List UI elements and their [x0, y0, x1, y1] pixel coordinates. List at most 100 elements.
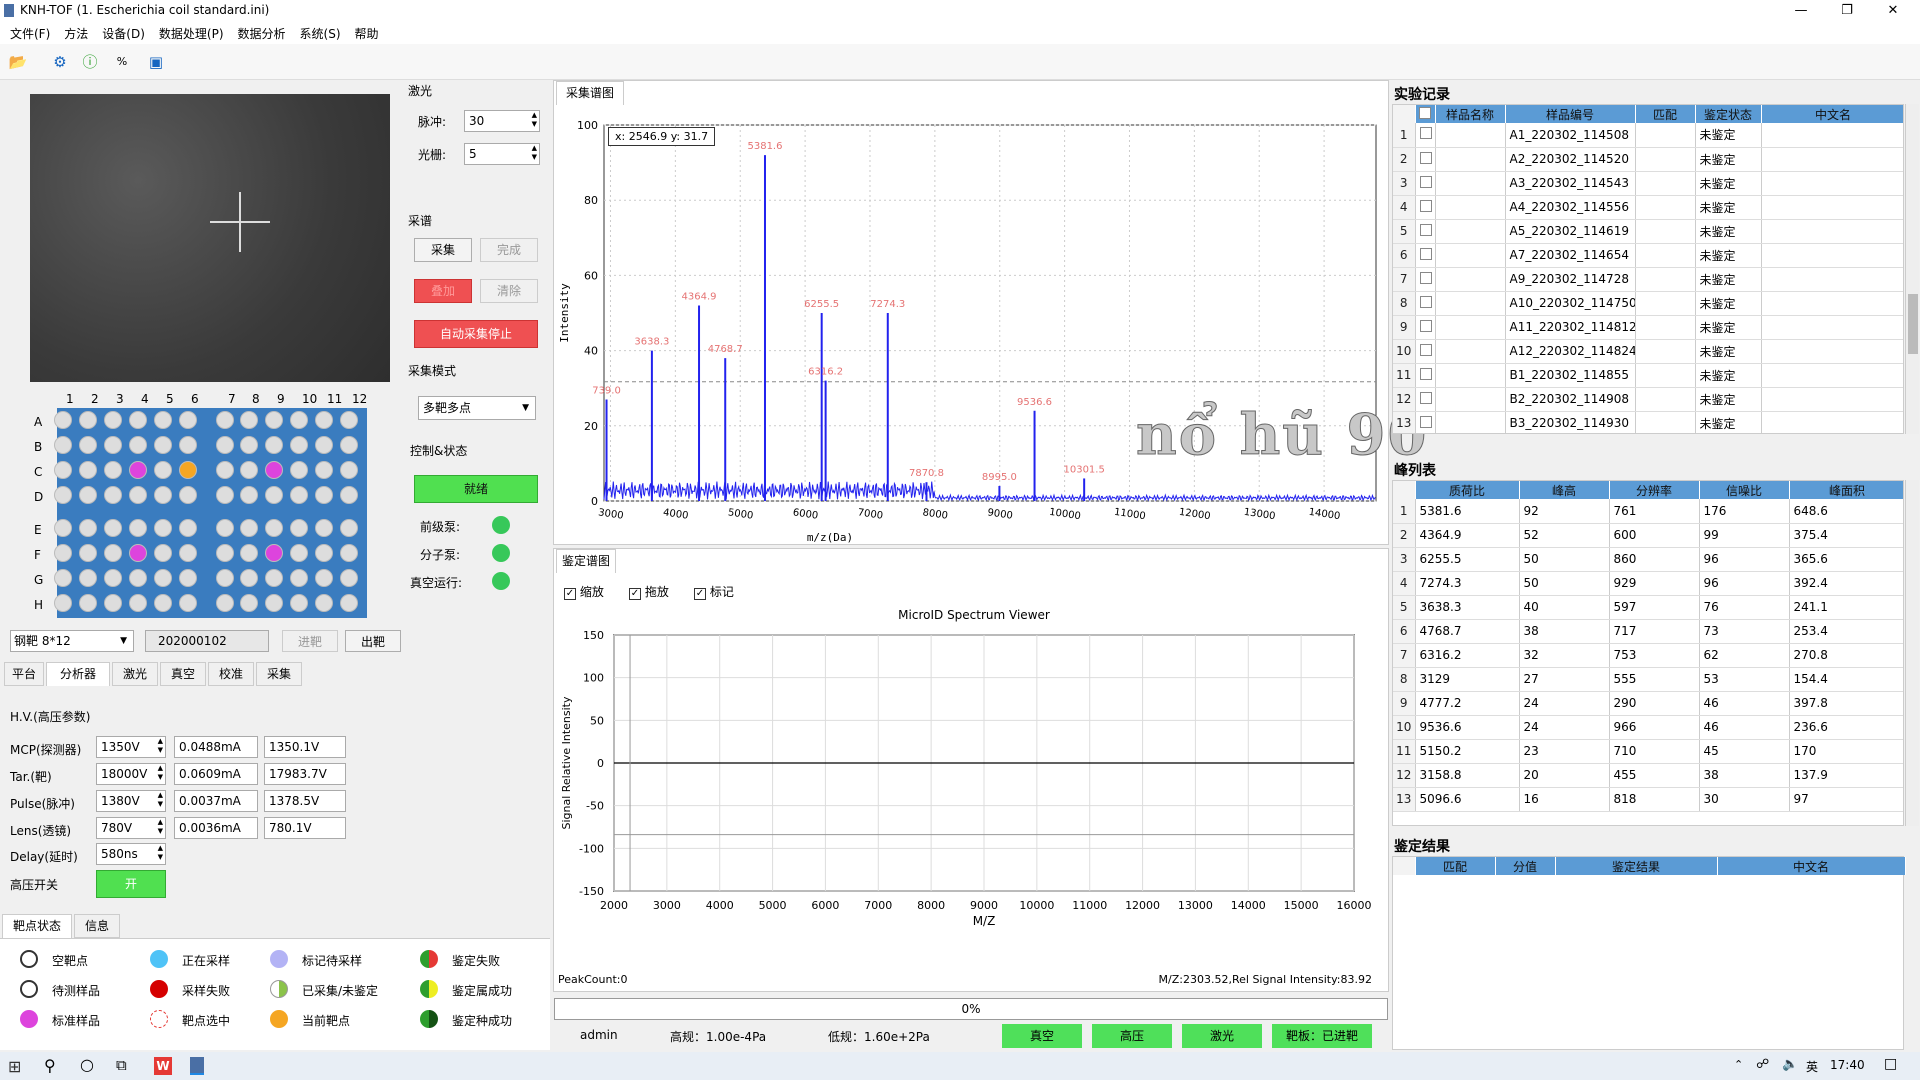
plate-well[interactable] [79, 569, 97, 587]
plate-well[interactable] [179, 544, 197, 562]
tray-chevron-icon[interactable]: ⌃ [1734, 1058, 1743, 1071]
col-result-chinese-name[interactable]: 中文名 [1717, 857, 1906, 875]
plate-well[interactable] [240, 486, 258, 504]
col-score[interactable]: 分值 [1495, 857, 1556, 875]
plate-well[interactable] [79, 411, 97, 429]
table-row[interactable]: 8 A10_220302_114750 未鉴定 [1393, 291, 1903, 316]
auto-acquire-stop-button[interactable]: 自动采集停止 [414, 320, 538, 348]
tab-target-status[interactable]: 靶点状态 [2, 914, 72, 938]
hv-on-button[interactable]: 开 [96, 870, 166, 898]
plate-well[interactable] [179, 519, 197, 537]
plate-well[interactable] [179, 569, 197, 587]
plate-well[interactable] [340, 461, 358, 479]
clear-button[interactable]: 清除 [480, 279, 538, 303]
plate-well[interactable] [216, 461, 234, 479]
plate-well[interactable] [290, 519, 308, 537]
plate-well[interactable] [154, 569, 172, 587]
menu-device[interactable]: 设备(D) [95, 22, 152, 45]
overlay-button[interactable]: 叠加 [414, 279, 472, 303]
plate-well[interactable] [154, 411, 172, 429]
col-height[interactable]: 峰高 [1519, 481, 1610, 499]
finish-button[interactable]: 完成 [480, 238, 538, 262]
col-result-match[interactable]: 匹配 [1415, 857, 1496, 875]
plate-well[interactable] [129, 486, 147, 504]
plate-well[interactable] [240, 519, 258, 537]
plate-well[interactable] [265, 461, 283, 479]
drag-checkbox[interactable]: ✓ 拖放 [629, 583, 669, 600]
scroll-thumb[interactable] [1908, 294, 1918, 354]
row-checkbox[interactable] [1415, 315, 1436, 340]
hv-set-spinbox[interactable]: 1350V ▲ ▼ [96, 736, 166, 758]
plate-well[interactable] [240, 436, 258, 454]
col-resolution[interactable]: 分辨率 [1609, 481, 1700, 499]
hv-set-spinbox[interactable]: 1380V ▲ ▼ [96, 790, 166, 812]
plate-well[interactable] [79, 519, 97, 537]
hv-set-spinbox[interactable]: 780V ▲ ▼ [96, 817, 166, 839]
plate-well[interactable] [54, 544, 72, 562]
clock[interactable]: 17:40 [1830, 1058, 1865, 1072]
col-ident-status[interactable]: 鉴定状态 [1695, 105, 1762, 123]
plate-well[interactable] [216, 436, 234, 454]
menu-system[interactable]: 系统(S) [293, 22, 348, 45]
row-checkbox[interactable] [1415, 363, 1436, 388]
plate-well[interactable] [290, 544, 308, 562]
row-checkbox[interactable] [1415, 123, 1436, 148]
plate-well[interactable] [315, 544, 333, 562]
grating-spinbox[interactable]: 5 ▲ ▼ [464, 143, 540, 165]
plate-well[interactable] [315, 569, 333, 587]
plate-well[interactable] [340, 411, 358, 429]
plate-well[interactable] [129, 544, 147, 562]
plate-well[interactable] [154, 594, 172, 612]
plate-well[interactable] [129, 436, 147, 454]
plate-well[interactable] [265, 594, 283, 612]
table-row[interactable]: 11 5150.2 23 710 45 170 [1393, 739, 1903, 764]
plate-well[interactable] [216, 594, 234, 612]
plate-well[interactable] [104, 411, 122, 429]
plate-well[interactable] [54, 486, 72, 504]
tab-calibrate[interactable]: 校准 [208, 662, 254, 686]
table-row[interactable]: 4 7274.3 50 929 96 392.4 [1393, 571, 1903, 596]
spin-arrows-icon[interactable]: ▲ ▼ [532, 111, 537, 129]
row-checkbox[interactable] [1415, 339, 1436, 364]
spin-arrows-icon[interactable]: ▲ ▼ [158, 818, 163, 836]
wps-app-icon[interactable]: W [154, 1057, 172, 1075]
select-all-checkbox[interactable] [1415, 105, 1436, 123]
table-row[interactable]: 2 4364.9 52 600 99 375.4 [1393, 523, 1903, 548]
plate-well[interactable] [54, 594, 72, 612]
plate-well[interactable] [179, 411, 197, 429]
table-row[interactable]: 3 6255.5 50 860 96 365.6 [1393, 547, 1903, 572]
table-row[interactable]: 1 5381.6 92 761 176 648.6 [1393, 499, 1903, 524]
plate-well[interactable] [104, 436, 122, 454]
plate-well[interactable] [104, 519, 122, 537]
plate-well[interactable] [216, 544, 234, 562]
tab-acq-spectrum[interactable]: 采集谱图 [556, 81, 624, 105]
volume-icon[interactable]: 🔈 [1782, 1057, 1798, 1072]
hv-set-spinbox[interactable]: 18000V ▲ ▼ [96, 763, 166, 785]
task-view-icon[interactable]: ⧉ [116, 1056, 127, 1074]
tab-laser[interactable]: 激光 [112, 662, 158, 686]
plate-well[interactable] [315, 519, 333, 537]
table-row[interactable]: 9 4777.2 24 290 46 397.8 [1393, 691, 1903, 716]
plate-well[interactable] [240, 461, 258, 479]
plate-well[interactable] [315, 411, 333, 429]
col-sample-id[interactable]: 样品编号 [1505, 105, 1636, 123]
row-checkbox[interactable] [1415, 411, 1436, 433]
minimize-icon[interactable]: — [1778, 0, 1824, 22]
plate-well[interactable] [129, 569, 147, 587]
table-row[interactable]: 10 9536.6 24 966 46 236.6 [1393, 715, 1903, 740]
restore-icon[interactable]: ❐ [1824, 0, 1870, 22]
help-icon[interactable]: ⓘ [80, 52, 100, 72]
ident-spectrum-chart[interactable]: MicroID Spectrum Viewer 150 100 50 0 -50 -100 -… [554, 609, 1390, 959]
menu-file[interactable]: 文件(F) [0, 22, 57, 45]
delay-spinbox[interactable]: 580ns ▲ ▼ [96, 843, 166, 865]
plate-well[interactable] [104, 486, 122, 504]
col-match[interactable]: 匹配 [1635, 105, 1696, 123]
spin-arrows-icon[interactable]: ▲ ▼ [158, 791, 163, 809]
plate-well[interactable] [179, 486, 197, 504]
plate-well[interactable] [240, 594, 258, 612]
ready-button[interactable]: 就绪 [414, 475, 538, 503]
row-checkbox[interactable] [1415, 171, 1436, 196]
plate-well[interactable] [79, 594, 97, 612]
mark-checkbox[interactable]: ✓ 标记 [694, 583, 734, 600]
table-row[interactable]: 5 A5_220302_114619 未鉴定 [1393, 219, 1903, 244]
